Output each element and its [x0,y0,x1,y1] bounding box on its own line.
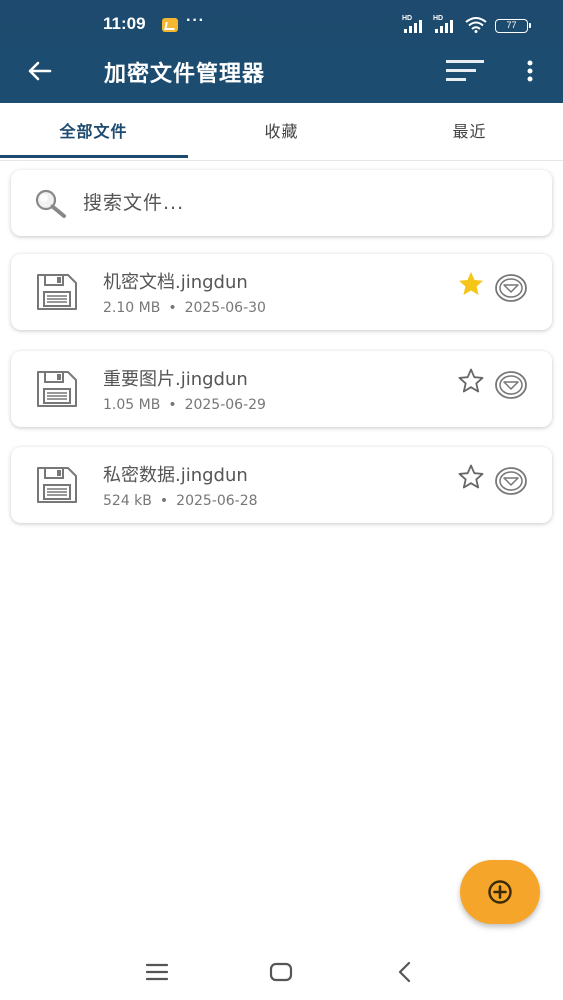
file-date: 2025-06-29 [184,397,266,413]
file-date: 2025-06-28 [176,493,258,509]
search-input[interactable] [83,184,523,222]
meta-separator: • [159,493,169,509]
more-vertical-icon[interactable] [518,56,542,86]
tab-bar: 全部文件 收藏 最近 [0,103,563,161]
floppy-disk-icon [37,467,77,503]
tab-favorites[interactable]: 收藏 [188,103,375,161]
file-item[interactable]: 机密文档.jingdun 2.10 MB • 2025-06-30 [11,254,552,330]
wifi-icon [465,17,487,33]
file-name: 重要图片.jingdun [103,369,248,390]
expand-down-icon[interactable] [494,466,528,496]
home-icon[interactable] [266,959,296,985]
signal-1-icon: HD [402,15,426,33]
recent-apps-icon[interactable] [142,959,172,985]
file-item[interactable]: 私密数据.jingdun 524 kB • 2025-06-28 [11,447,552,523]
floppy-disk-icon [37,371,77,407]
header: 11:09 ··· HD HD 77 加密文件管理器 [0,0,563,103]
back-nav-icon[interactable] [390,959,420,985]
tab-all-files[interactable]: 全部文件 [0,103,187,161]
star-outline-icon[interactable] [457,367,485,395]
meta-separator: • [168,300,177,316]
page-title: 加密文件管理器 [104,62,266,87]
file-name: 私密数据.jingdun [103,465,248,486]
status-bar: 11:09 ··· HD HD 77 [0,0,563,40]
sort-icon[interactable] [444,58,486,84]
file-size: 2.10 MB [103,300,161,316]
file-size: 1.05 MB [103,397,161,413]
app-bar: 加密文件管理器 [0,40,563,103]
notification-gallery-icon [162,18,178,32]
add-circle-icon [488,880,512,904]
expand-down-icon[interactable] [494,370,528,400]
meta-separator: • [168,397,177,413]
file-item[interactable]: 重要图片.jingdun 1.05 MB • 2025-06-29 [11,351,552,427]
file-meta: 524 kB • 2025-06-28 [103,493,258,509]
file-size: 524 kB [103,493,152,509]
system-nav-bar [0,945,563,1000]
tab-recent[interactable]: 最近 [376,103,563,161]
file-meta: 1.05 MB • 2025-06-29 [103,397,266,413]
status-time: 11:09 [103,14,146,33]
more-notifications-icon: ··· [186,12,205,29]
expand-down-icon[interactable] [494,273,528,303]
star-filled-icon[interactable] [457,270,485,298]
tab-indicator [0,155,188,158]
search-icon [35,189,66,218]
add-file-button[interactable] [460,860,540,924]
file-meta: 2.10 MB • 2025-06-30 [103,300,266,316]
search-bar [11,170,552,236]
battery-icon: 77 [495,19,531,33]
file-name: 机密文档.jingdun [103,272,248,293]
floppy-disk-icon [37,274,77,310]
star-outline-icon[interactable] [457,463,485,491]
signal-2-icon: HD [433,15,457,33]
back-arrow-icon[interactable] [22,56,58,86]
file-date: 2025-06-30 [184,300,266,316]
